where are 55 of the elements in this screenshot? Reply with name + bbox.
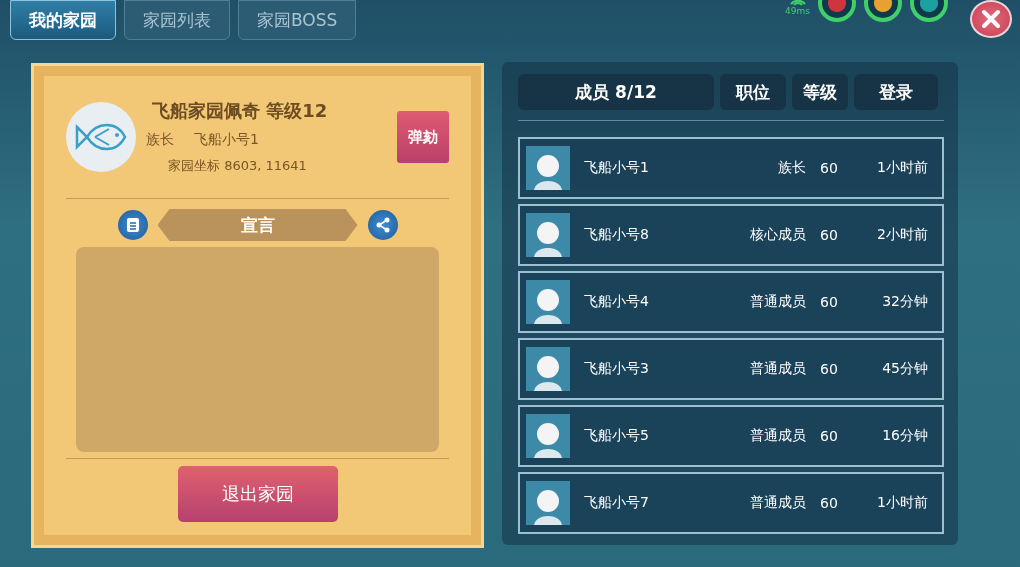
role-header: 职位 bbox=[720, 74, 786, 110]
member-name: 飞船小号8 bbox=[584, 226, 650, 244]
member-login: 16分钟 bbox=[881, 427, 928, 445]
login-header: 登录 bbox=[854, 74, 938, 110]
impeach-button[interactable]: 弹劾 bbox=[397, 111, 449, 163]
member-login: 45分钟 bbox=[881, 360, 928, 378]
member-row[interactable]: 飞船小号3 普通成员 60 45分钟 bbox=[518, 338, 944, 400]
member-name: 飞船小号4 bbox=[584, 293, 650, 311]
ping-text: 49ms bbox=[785, 6, 810, 16]
home-coordinates: 家园坐标 8603, 11641 bbox=[167, 157, 308, 175]
avatar-icon bbox=[526, 213, 570, 257]
member-role: 普通成员 bbox=[749, 360, 806, 378]
member-row[interactable]: 飞船小号1 族长 60 1小时前 bbox=[518, 137, 944, 199]
member-level: 60 bbox=[819, 361, 839, 377]
notepad-icon[interactable] bbox=[117, 210, 148, 240]
member-level: 60 bbox=[819, 227, 839, 243]
avatar-icon bbox=[526, 146, 570, 190]
member-login: 1小时前 bbox=[876, 159, 928, 177]
member-level: 60 bbox=[819, 294, 839, 310]
avatar-icon bbox=[526, 414, 570, 458]
member-role: 普通成员 bbox=[749, 427, 806, 445]
member-role: 普通成员 bbox=[749, 494, 806, 512]
member-role: 族长 bbox=[777, 159, 806, 177]
member-row[interactable]: 飞船小号8 核心成员 60 2小时前 bbox=[518, 204, 944, 266]
member-login: 32分钟 bbox=[881, 293, 928, 311]
exit-home-button[interactable]: 退出家园 bbox=[177, 466, 338, 522]
member-name: 飞船小号3 bbox=[584, 360, 650, 378]
member-role: 普通成员 bbox=[749, 293, 806, 311]
member-login: 1小时前 bbox=[876, 494, 928, 512]
member-count-header: 成员 8/12 bbox=[518, 74, 714, 110]
home-title: 飞船家园佩奇 等级12 bbox=[151, 99, 329, 123]
leader-name: 飞船小号1 bbox=[194, 131, 259, 149]
tab[interactable]: 家园列表 bbox=[124, 0, 230, 40]
level-header: 等级 bbox=[792, 74, 848, 110]
member-name: 飞船小号1 bbox=[584, 159, 650, 177]
share-icon[interactable] bbox=[367, 210, 398, 240]
member-role: 核心成员 bbox=[749, 226, 806, 244]
member-level: 60 bbox=[819, 495, 839, 511]
member-level: 60 bbox=[819, 428, 839, 444]
tab[interactable]: 家园BOSS bbox=[238, 0, 357, 40]
leader-label: 族长 bbox=[146, 131, 174, 149]
member-row[interactable]: 飞船小号7 普通成员 60 1小时前 bbox=[518, 472, 944, 534]
member-level: 60 bbox=[819, 160, 839, 176]
member-row[interactable]: 飞船小号5 普通成员 60 16分钟 bbox=[518, 405, 944, 467]
tab[interactable]: 我的家园 bbox=[10, 0, 116, 40]
manifesto-title: 宣言 bbox=[157, 209, 358, 241]
member-login: 2小时前 bbox=[876, 226, 928, 244]
close-button[interactable] bbox=[970, 0, 1012, 38]
avatar-icon bbox=[526, 481, 570, 525]
member-name: 飞船小号5 bbox=[584, 427, 650, 445]
member-name: 飞船小号7 bbox=[584, 494, 650, 512]
avatar-icon bbox=[526, 280, 570, 324]
close-icon bbox=[981, 9, 1001, 29]
member-row[interactable]: 飞船小号4 普通成员 60 32分钟 bbox=[518, 271, 944, 333]
avatar-icon bbox=[526, 347, 570, 391]
